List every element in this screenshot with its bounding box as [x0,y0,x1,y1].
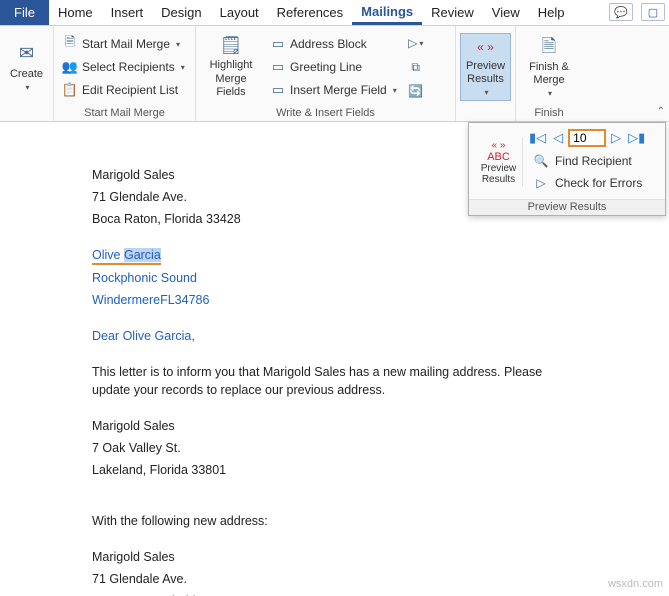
tab-insert[interactable]: Insert [102,0,153,25]
highlight-merge-fields-button[interactable]: 🗒 Highlight Merge Fields [200,33,262,101]
greeting-line: Dear Olive Garcia, [92,327,580,345]
next-record-button[interactable]: ▷ [609,130,623,146]
group-label-startmm: Start Mail Merge [58,106,191,121]
menubar: File Home Insert Design Layout Reference… [0,0,669,26]
share-button[interactable]: ▢ [641,3,665,21]
tab-references[interactable]: References [268,0,352,25]
new-addr-1: Marigold Sales [92,548,580,566]
preview-results-panel: « » ABC Preview Results ▮◁ ◁ ▷ ▷▮ 🔍 Find… [468,122,666,216]
last-record-button[interactable]: ▷▮ [626,130,647,146]
collapse-ribbon-button[interactable]: ⌃ [657,106,665,117]
body-paragraph: This letter is to inform you that Marigo… [92,363,580,399]
tab-view[interactable]: View [483,0,529,25]
recipients-icon: 👥 [62,59,78,75]
group-label-create [4,106,49,121]
address-block-icon: ▭ [270,36,286,52]
tab-help[interactable]: Help [529,0,574,25]
finish-merge-button[interactable]: 🗎 Finish & Merge▾ [520,33,578,101]
start-mail-merge-button[interactable]: 🗎 Start Mail Merge▾ [58,33,189,55]
greeting-line-button[interactable]: ▭ Greeting Line [266,56,401,78]
preview-arrows-icon: « » [492,140,506,151]
tab-mailings[interactable]: Mailings [352,0,422,25]
file-tab[interactable]: File [0,0,49,25]
group-label-finish: Finish [520,106,578,121]
preview-results-toggle[interactable]: « » ABC Preview Results [475,137,523,186]
following-line: With the following new address: [92,512,580,530]
find-recipient-button[interactable]: 🔍 Find Recipient [527,151,659,173]
merge-address: WindermereFL34786 [92,291,580,309]
address-block-button[interactable]: ▭ Address Block [266,33,401,55]
merge-name-line: Olive Garcia [92,246,580,264]
group-label-preview: Preview Results [469,199,665,215]
create-button[interactable]: ✉ Create ▾ [4,33,49,101]
record-number-input[interactable] [568,129,606,147]
edit-recipient-list-button[interactable]: 📋 Edit Recipient List [58,79,189,101]
abc-icon: ABC [487,151,510,163]
check-errors-button[interactable]: ▷ Check for Errors [527,173,659,195]
new-addr-2: 71 Glendale Ave. [92,570,580,588]
check-icon: ▷ [533,175,549,191]
first-record-button[interactable]: ▮◁ [527,130,548,146]
watermark: wsxdn.com [608,578,663,590]
edit-list-icon: 📋 [62,82,78,98]
old-addr-3: Lakeland, Florida 33801 [92,461,580,479]
prev-record-button[interactable]: ◁ [551,130,565,146]
create-label: Create [10,68,43,81]
preview-icon: « » [474,36,498,58]
new-addr-3: Boca Raton, Florida 33428 [92,592,580,596]
tab-home[interactable]: Home [49,0,102,25]
update-labels-button[interactable]: 🔄 [406,81,426,101]
tab-review[interactable]: Review [422,0,483,25]
rules-button[interactable]: ▷▾ [406,33,426,53]
highlight-icon: 🗒 [219,35,243,57]
comments-button[interactable]: 💬 [609,3,633,21]
preview-results-button[interactable]: « » Preview Results▾ [460,33,511,101]
finish-icon: 🗎 [537,35,561,59]
old-addr-2: 7 Oak Valley St. [92,439,580,457]
group-label-write: Write & Insert Fields [200,106,451,121]
merge-company: Rockphonic Sound [92,269,580,287]
insert-merge-field-button[interactable]: ▭ Insert Merge Field▾ [266,79,401,101]
chevron-down-icon: ▾ [25,83,29,93]
ribbon: ✉ Create ▾ 🗎 Start Mail Merge▾ 👥 Select … [0,26,669,122]
greeting-icon: ▭ [270,59,286,75]
tab-layout[interactable]: Layout [211,0,268,25]
match-fields-button[interactable]: ⧉ [406,57,426,77]
tab-design[interactable]: Design [152,0,210,25]
old-addr-1: Marigold Sales [92,417,580,435]
insert-field-icon: ▭ [270,82,286,98]
search-icon: 🔍 [533,153,549,169]
mailmerge-icon: 🗎 [62,36,78,52]
envelope-icon: ✉ [15,42,39,66]
select-recipients-button[interactable]: 👥 Select Recipients▾ [58,56,189,78]
